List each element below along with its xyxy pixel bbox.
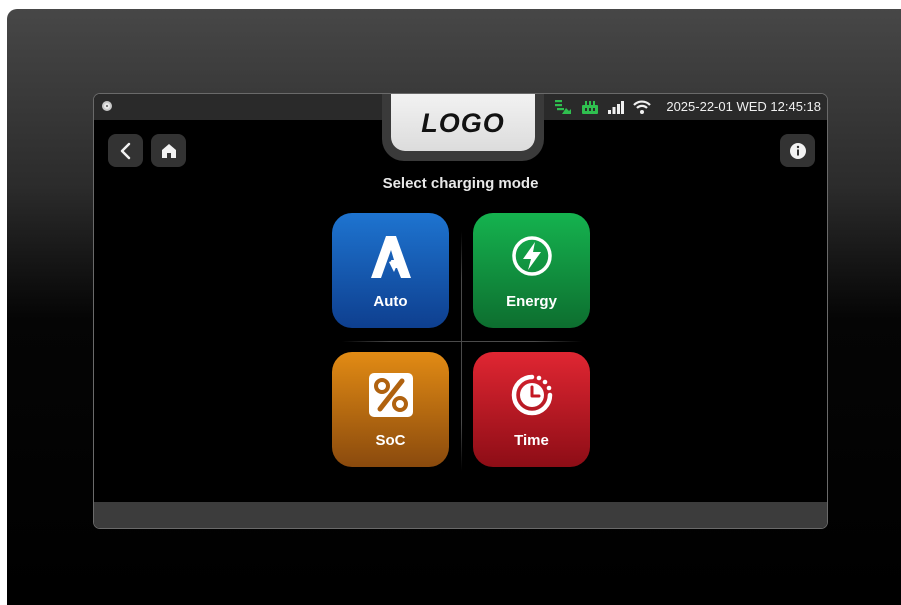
- logo-tab: LOGO: [382, 94, 544, 161]
- solar-icon: [554, 99, 572, 115]
- info-icon: [789, 142, 806, 159]
- footer-bar: [94, 502, 827, 528]
- mode-time-button[interactable]: Time: [473, 352, 590, 467]
- grid-divider-horizontal: [342, 341, 582, 342]
- device-frame: 2025-22-01 WED 12:45:18 LOGO Select char…: [7, 9, 901, 605]
- percent-icon: [368, 373, 413, 417]
- datetime: 2025-22-01 WED 12:45:18: [666, 99, 821, 114]
- lightning-icon: [511, 236, 552, 276]
- mode-auto-button[interactable]: Auto: [332, 213, 449, 328]
- signal-icon: [608, 100, 624, 114]
- chevron-left-icon: [120, 142, 130, 159]
- screen: 2025-22-01 WED 12:45:18 LOGO Select char…: [93, 93, 828, 529]
- status-icons: [554, 99, 660, 115]
- logo: LOGO: [391, 94, 535, 151]
- auto-a-icon: [370, 236, 411, 278]
- mode-auto-label: Auto: [373, 293, 408, 310]
- info-button[interactable]: [780, 134, 815, 167]
- mode-time-label: Time: [514, 432, 549, 449]
- logo-text: LOGO: [421, 108, 505, 138]
- prompt-text: Select charging mode: [382, 175, 539, 192]
- mode-soc-label: SoC: [375, 432, 406, 449]
- back-button[interactable]: [108, 134, 143, 167]
- mode-energy-button[interactable]: Energy: [473, 213, 590, 328]
- mode-energy-label: Energy: [506, 293, 557, 310]
- mode-soc-button[interactable]: SoC: [332, 352, 449, 467]
- home-icon: [161, 143, 176, 158]
- grid-icon: [581, 99, 599, 115]
- grid-divider-vertical: [461, 231, 462, 471]
- timer-clock-icon: [511, 374, 552, 416]
- wifi-icon: [633, 100, 651, 114]
- home-button[interactable]: [151, 134, 186, 167]
- camera-icon: [102, 101, 112, 111]
